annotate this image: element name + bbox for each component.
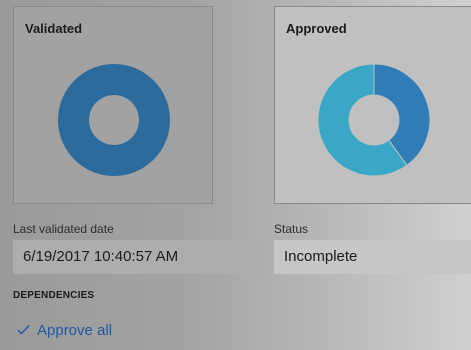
approved-card-title: Approved (286, 21, 347, 36)
validated-card-title: Validated (25, 21, 83, 36)
approved-card: Approved (274, 6, 471, 204)
donut-segment (58, 64, 170, 176)
checkmark-icon (17, 322, 30, 339)
approve-all-label: Approve all (37, 322, 113, 339)
last-validated-label: Last validated date (13, 222, 114, 236)
validated-donut-chart (58, 64, 170, 176)
dependencies-heading: DEPENDENCIES (13, 290, 95, 301)
approve-all-button[interactable]: Approve all (17, 322, 112, 339)
validated-card: Validated (13, 6, 213, 204)
approved-donut-chart (318, 64, 430, 176)
status-label: Status (274, 222, 309, 236)
last-validated-value: 6/19/2017 10:40:57 AM (13, 240, 262, 274)
status-value: Incomplete (274, 240, 471, 274)
